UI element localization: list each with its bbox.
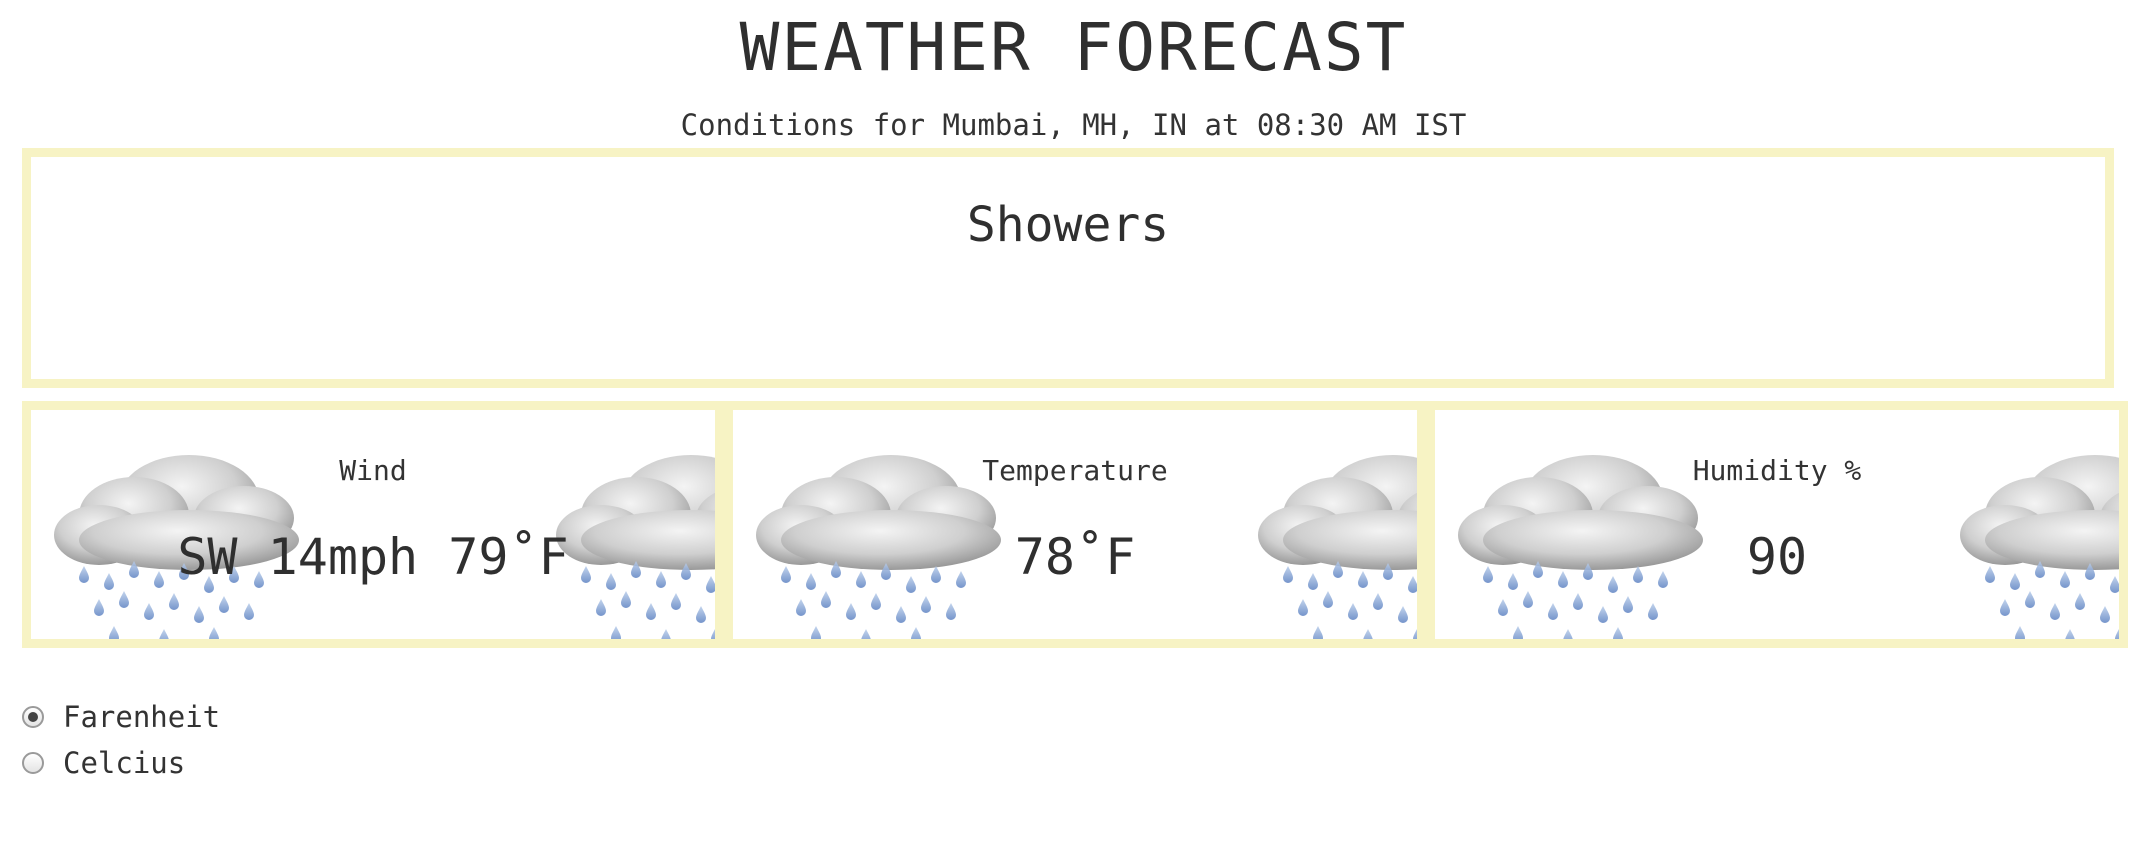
humidity-label: Humidity %	[1692, 454, 1862, 487]
humidity-value: 90	[1746, 528, 1808, 586]
unit-option-farenheit[interactable]: Farenheit	[22, 697, 220, 737]
wind-card: Wind SW 14mph 79˚F	[22, 401, 724, 648]
celcius-label[interactable]: Celcius	[63, 743, 185, 783]
farenheit-radio[interactable]	[22, 706, 44, 728]
wind-value: SW 14mph 79˚F	[177, 528, 569, 586]
humidity-card: Humidity % 90	[1426, 401, 2128, 648]
page-title: WEATHER FORECAST	[739, 9, 1408, 86]
temperature-card: Temperature 78˚F	[724, 401, 1426, 648]
temperature-value: 78˚F	[1014, 528, 1136, 586]
farenheit-label[interactable]: Farenheit	[63, 697, 220, 737]
temperature-label: Temperature	[982, 454, 1168, 487]
celcius-radio[interactable]	[22, 752, 44, 774]
condition-text: Showers	[966, 197, 1170, 253]
location-subtitle: Conditions for Mumbai, MH, IN at 08:30 A…	[680, 108, 1467, 142]
wind-label: Wind	[339, 454, 407, 487]
weather-page: WEATHER FORECAST Conditions for Mumbai, …	[0, 0, 2147, 859]
condition-summary-panel: Showers	[22, 148, 2114, 388]
unit-option-celcius[interactable]: Celcius	[22, 743, 185, 783]
